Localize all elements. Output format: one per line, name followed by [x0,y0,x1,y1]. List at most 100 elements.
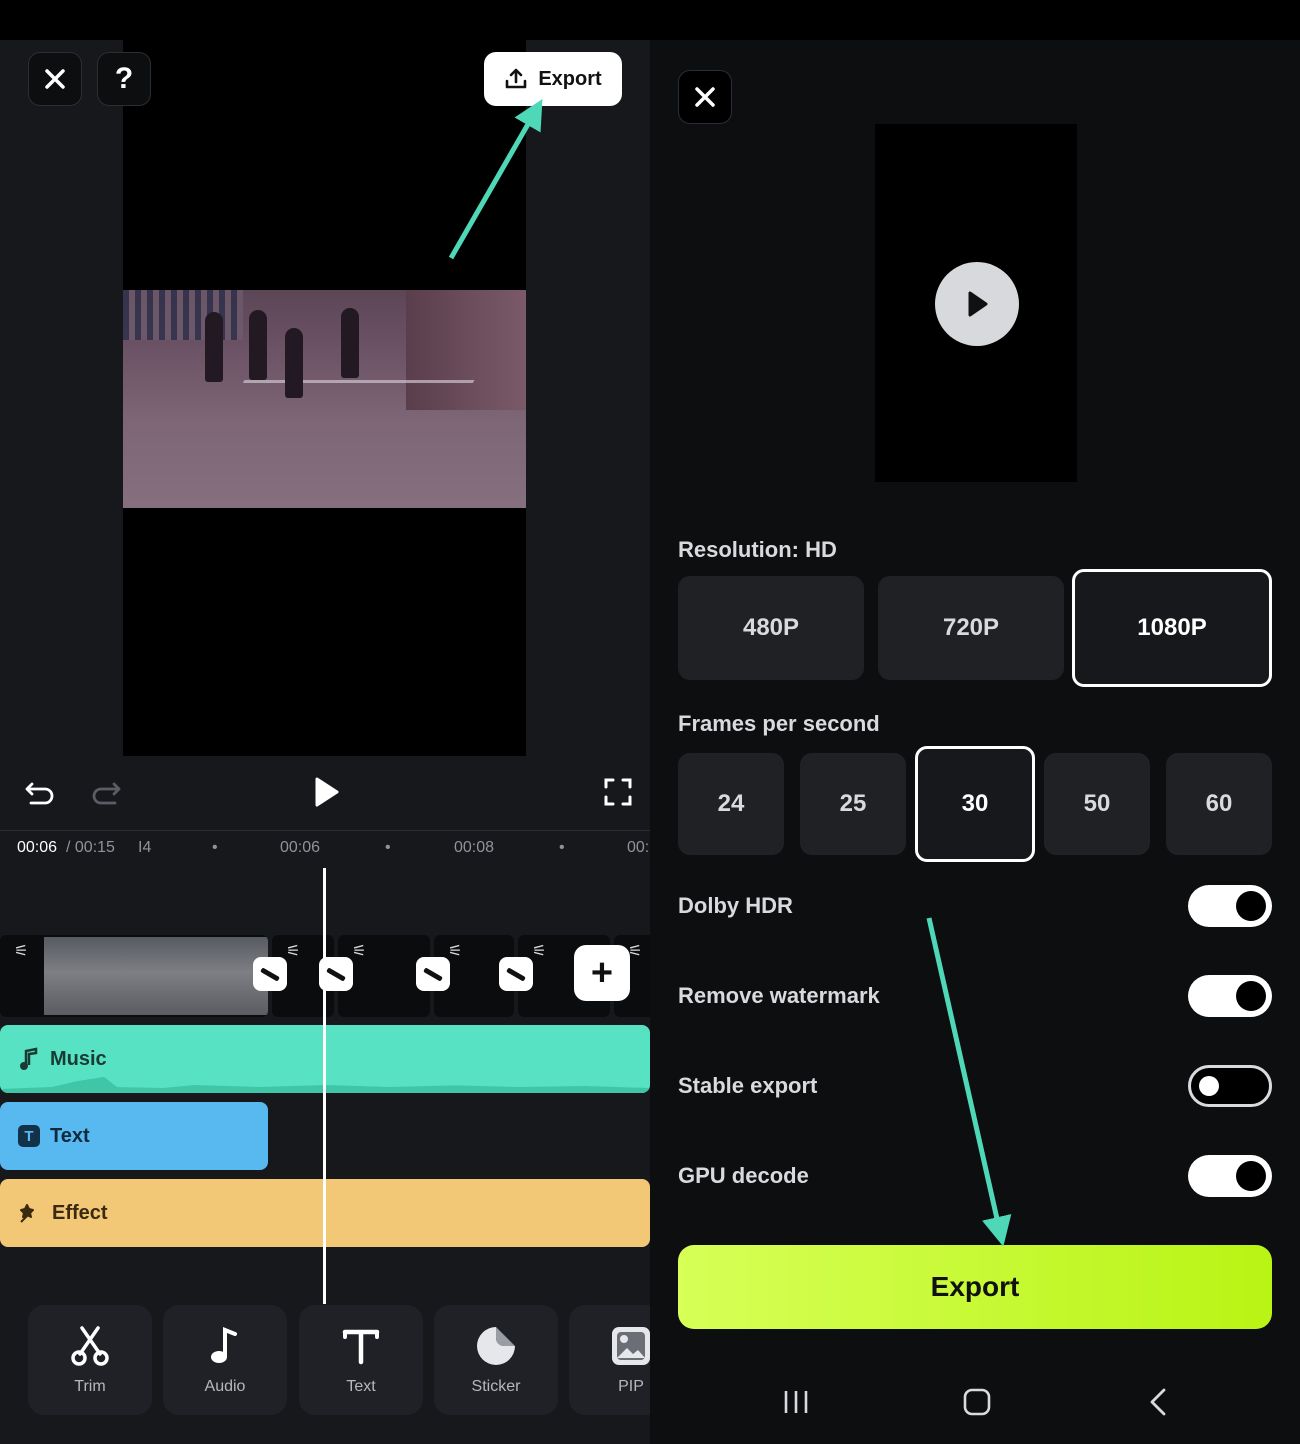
tool-label: PIP [618,1378,644,1395]
adjust-icon[interactable]: ⚟ [14,941,28,961]
export-settings-panel: Resolution: HD 480P 720P 1080P Frames pe… [650,40,1300,1360]
export-button[interactable]: Export [678,1245,1272,1329]
toggle-knob [1236,1161,1266,1191]
gpu-decode-label: GPU decode [678,1163,809,1188]
close-icon [695,87,715,107]
fps-60[interactable]: 60 [1166,753,1272,855]
plus-icon: + [590,951,614,994]
transition-button[interactable] [253,957,287,991]
pedestrian [285,328,303,398]
resolution-480p[interactable]: 480P [678,576,864,680]
ruler-mark: I4 [138,839,152,856]
undo-button[interactable] [22,774,58,810]
adjust-icon[interactable]: ⚟ [448,941,462,961]
stable-export-label: Stable export [678,1073,818,1098]
sticker-icon [474,1324,518,1368]
transition-icon [260,966,280,982]
clip-thumbnail [44,937,268,1015]
ruler-mark: 00:08 [454,839,495,856]
adjust-icon[interactable]: ⚟ [352,941,366,961]
pedestrian [341,308,359,378]
play-button[interactable] [308,774,344,810]
recent-apps-icon [784,1391,808,1413]
fps-25[interactable]: 25 [800,753,906,855]
add-clip-button[interactable]: + [574,945,630,1001]
help-icon: ? [114,62,134,95]
preview-play-button[interactable] [935,262,1019,346]
timeline-ruler[interactable]: 00:06 / 00:15 I4 • 00:06 • 00:08 • 00: [0,830,650,866]
fps-24[interactable]: 24 [678,753,784,855]
tool-text[interactable]: Text [299,1305,423,1415]
timecode-current: 00:06 [17,839,58,856]
home-icon [963,1388,991,1416]
remove-watermark-label: Remove watermark [678,983,880,1008]
effect-icon [20,1204,34,1223]
fps-title: Frames per second [678,711,880,736]
transition-button[interactable] [499,957,533,991]
tool-trim[interactable]: Trim [28,1305,152,1415]
adjust-icon[interactable]: ⚟ [286,941,300,961]
fps-30[interactable]: 30 [915,746,1035,862]
stable-export-toggle[interactable] [1188,1065,1272,1107]
help-button[interactable]: ? [97,52,151,106]
back-button[interactable] [1148,1388,1168,1416]
adjust-icon[interactable]: ⚟ [628,941,642,961]
transition-icon [506,966,526,982]
resolution-1080p[interactable]: 1080P [1072,569,1272,687]
transition-button[interactable] [416,957,450,991]
video-preview[interactable] [123,290,526,508]
adjust-icon[interactable]: ⚟ [532,941,546,961]
export-button-top[interactable]: Export [484,52,622,106]
bottom-toolbar: Trim Audio Text Sticker PIP [0,1305,650,1444]
toggle-knob [1199,1076,1219,1096]
recent-apps-button[interactable] [782,1388,810,1416]
export-preview [875,124,1077,482]
tool-pip[interactable]: PIP [569,1305,650,1415]
dolby-hdr-label: Dolby HDR [678,893,793,918]
dolby-hdr-toggle[interactable] [1188,885,1272,927]
tool-label: Sticker [471,1378,521,1395]
music-note-icon [203,1324,247,1368]
play-icon [968,291,988,317]
ruler-dot: • [212,839,218,856]
dolby-hdr-row: Dolby HDR [678,881,1272,931]
editor-panel: ? Export 00:06 / 00:15 I4 • 00:06 • 00:0… [0,40,650,1444]
close-export-button[interactable] [678,70,732,124]
tool-label: Trim [74,1378,106,1395]
resolution-title: Resolution: HD [678,537,837,562]
toggle-knob [1236,891,1266,921]
stable-export-row: Stable export [678,1061,1272,1111]
image-icon [609,1324,650,1368]
playhead[interactable] [323,868,326,1304]
redo-icon [92,782,121,805]
fullscreen-button[interactable] [600,774,636,810]
text-t-icon [339,1324,383,1368]
redo-button[interactable] [88,774,124,810]
back-icon [1150,1388,1166,1416]
fps-50[interactable]: 50 [1044,753,1150,855]
ruler-dot: • [385,839,391,856]
ruler-mark: 00:06 [280,839,321,856]
road-marking [221,380,475,420]
remove-watermark-toggle[interactable] [1188,975,1272,1017]
timecode-total: / 00:15 [66,839,115,856]
text-icon: T [18,1125,40,1147]
pedestrian [249,310,267,380]
tool-audio[interactable]: Audio [163,1305,287,1415]
tool-label: Text [346,1378,376,1395]
transition-icon [326,966,346,982]
export-label: Export [538,67,602,90]
gpu-decode-toggle[interactable] [1188,1155,1272,1197]
playback-controls [0,756,650,826]
close-button[interactable] [28,52,82,106]
pedestrian [205,312,223,382]
system-nav-bar [650,1360,1300,1444]
music-note-icon [20,1047,38,1070]
text-track[interactable]: T Text [0,1102,268,1170]
video-clip-1[interactable]: ⚟ [0,935,268,1017]
resolution-720p[interactable]: 720P [878,576,1064,680]
tool-label: Audio [204,1378,246,1395]
tool-sticker[interactable]: Sticker [434,1305,558,1415]
home-button[interactable] [963,1388,991,1416]
scissors-icon [68,1324,112,1368]
